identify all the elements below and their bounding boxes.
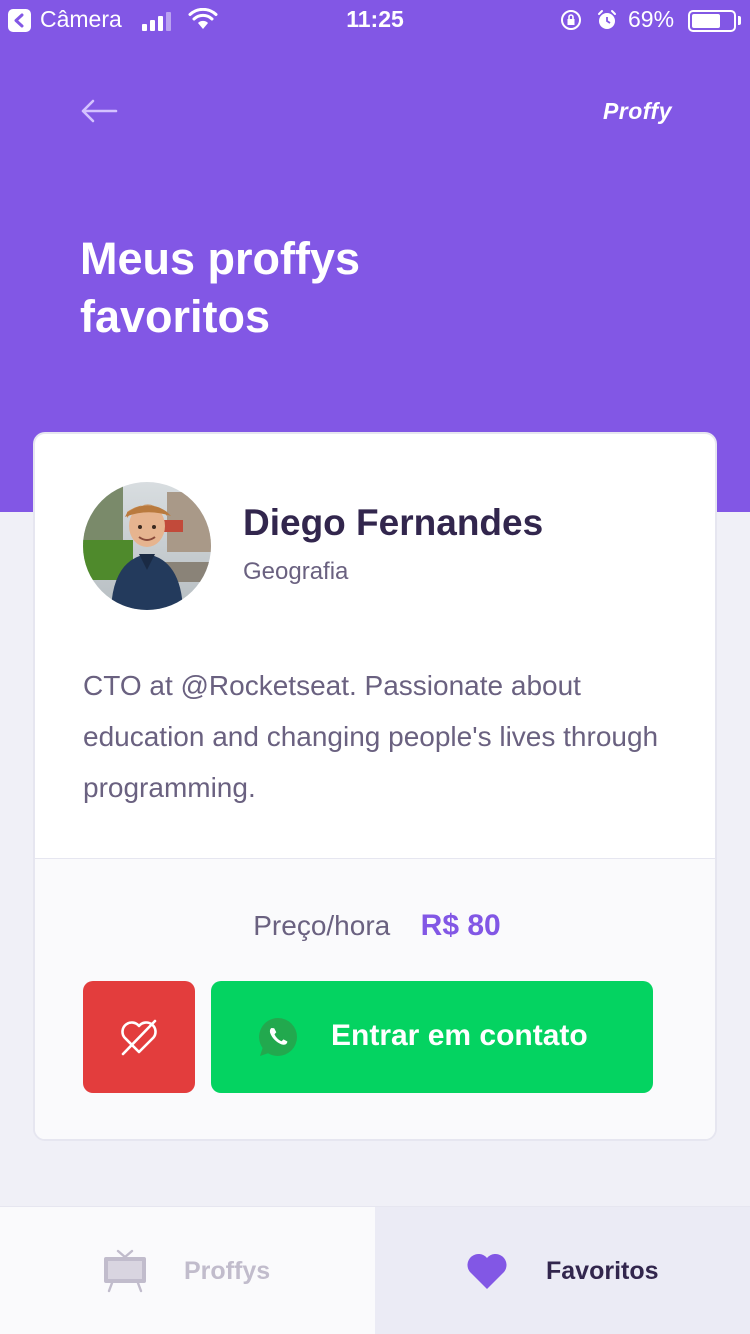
tab-favoritos-label: Favoritos bbox=[546, 1257, 659, 1285]
whatsapp-icon bbox=[259, 1018, 297, 1057]
tab-bar: Proffys Favoritos bbox=[0, 1206, 750, 1334]
contact-button[interactable]: Entrar em contato bbox=[211, 981, 653, 1093]
tab-proffys[interactable]: Proffys bbox=[0, 1207, 375, 1334]
teacher-name: Diego Fernandes bbox=[243, 502, 544, 543]
contact-button-label: Entrar em contato bbox=[331, 1019, 588, 1052]
teacher-bio: CTO at @Rocketseat. Passionate about edu… bbox=[83, 670, 659, 803]
page-title: Meus proffys favoritos bbox=[80, 233, 361, 342]
unfavorite-button[interactable] bbox=[83, 981, 195, 1093]
alarm-icon bbox=[598, 10, 616, 29]
status-bar: Câmera 11:25 69% bbox=[0, 0, 750, 40]
price-label: Preço/hora bbox=[253, 910, 391, 941]
battery-percent: 69% bbox=[628, 6, 675, 32]
price-row: Preço/hora R$ 80 bbox=[35, 909, 715, 943]
teacher-subject: Geografia bbox=[243, 558, 349, 585]
proffy-logo: Proffy bbox=[602, 98, 672, 124]
tv-icon bbox=[104, 1249, 146, 1293]
tab-favoritos[interactable]: Favoritos bbox=[375, 1207, 750, 1334]
unfavorite-heart-icon bbox=[121, 1019, 157, 1056]
heart-icon bbox=[467, 1253, 507, 1289]
arrow-left-icon bbox=[81, 99, 118, 123]
card-footer: Preço/hora R$ 80 Entrar em contato bbox=[35, 858, 715, 1139]
orientation-lock-icon bbox=[561, 10, 581, 30]
back-button[interactable] bbox=[78, 96, 120, 126]
battery-icon bbox=[688, 10, 736, 32]
teacher-card: Diego Fernandes Geografia CTO at @Rocket… bbox=[33, 432, 717, 1141]
price-value: R$ 80 bbox=[420, 909, 501, 942]
tab-proffys-label: Proffys bbox=[184, 1257, 271, 1285]
avatar bbox=[83, 482, 211, 610]
